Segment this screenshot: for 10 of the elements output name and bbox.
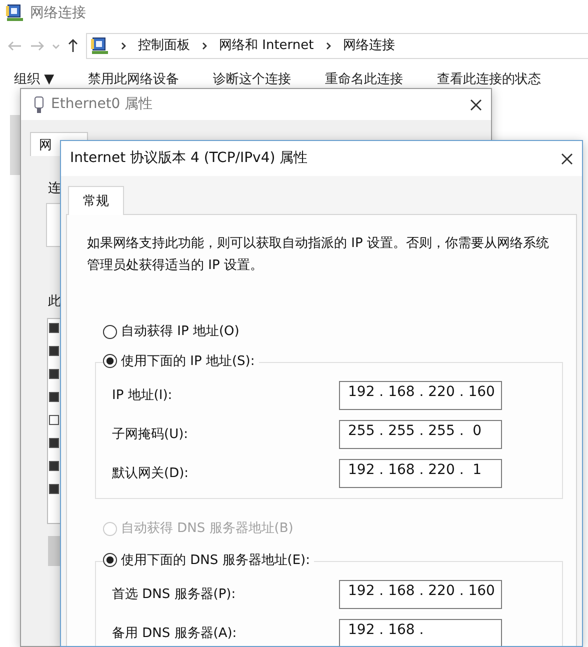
window-title: 网络连接: [30, 4, 86, 22]
field-label: 备用 DNS 服务器(A):: [112, 624, 237, 643]
field-label: IP 地址(I):: [112, 386, 172, 405]
field-label: 子网掩码(U):: [112, 426, 188, 444]
description-text: 如果网络支持此功能，则可以获取自动指派的 IP 设置。否则，你需要从网络系统管理员处获得适当的 IP 设置。: [87, 235, 550, 275]
dialog-title: Ethernet0 属性: [51, 95, 153, 114]
field-label: 首选 DNS 服务器(P):: [112, 586, 236, 604]
field-label: 连: [48, 180, 61, 198]
field-label: 此: [48, 293, 61, 311]
field-label: 默认网关(D):: [112, 464, 189, 483]
